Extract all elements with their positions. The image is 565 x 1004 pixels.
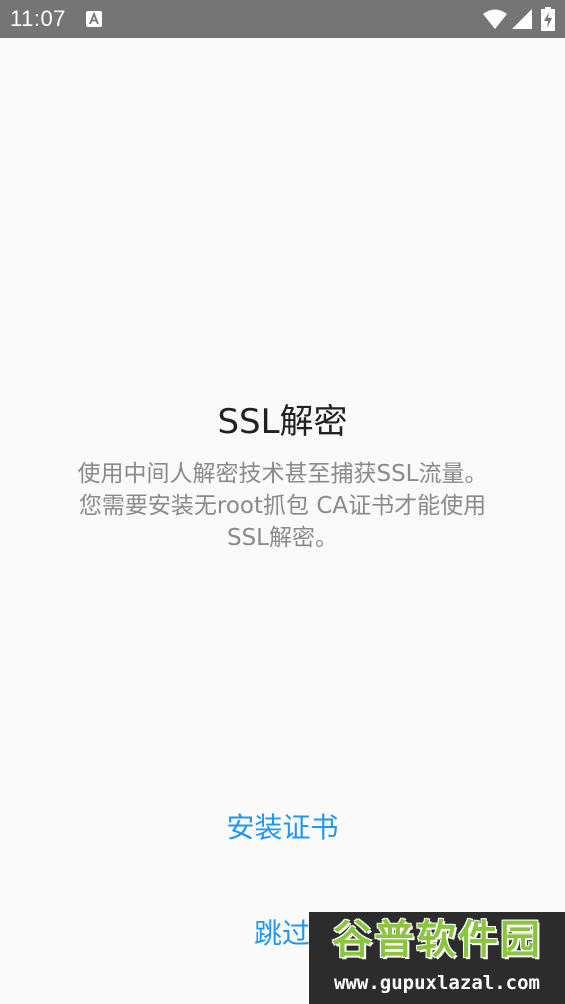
description-line: SSL解密。 — [226, 525, 338, 551]
status-time: 11:07 — [10, 6, 66, 31]
watermark-logo: 谷普软件园 www.gupuxlazal.com — [309, 912, 565, 1004]
description-line: 您需要安装无root抓包 CA证书才能使用 — [78, 493, 487, 519]
watermark-url: www.gupuxlazal.com — [334, 972, 540, 994]
page-description: 使用中间人解密技术甚至捕获SSL流量。 您需要安装无root抓包 CA证书才能使… — [40, 458, 525, 554]
accessibility-a-icon — [86, 11, 102, 27]
page-title: SSL解密 — [217, 402, 348, 442]
status-bar: 11:07 — [0, 0, 565, 38]
wifi-icon — [483, 9, 507, 29]
cell-signal-icon — [512, 9, 532, 29]
watermark-title: 谷普软件园 — [332, 917, 542, 963]
description-line: 使用中间人解密技术甚至捕获SSL流量。 — [77, 461, 488, 487]
ssl-decrypt-page: SSL解密 使用中间人解密技术甚至捕获SSL流量。 您需要安装无root抓包 C… — [0, 38, 565, 1004]
install-certificate-button[interactable]: 安装证书 — [180, 804, 385, 852]
battery-charging-icon — [541, 7, 555, 31]
